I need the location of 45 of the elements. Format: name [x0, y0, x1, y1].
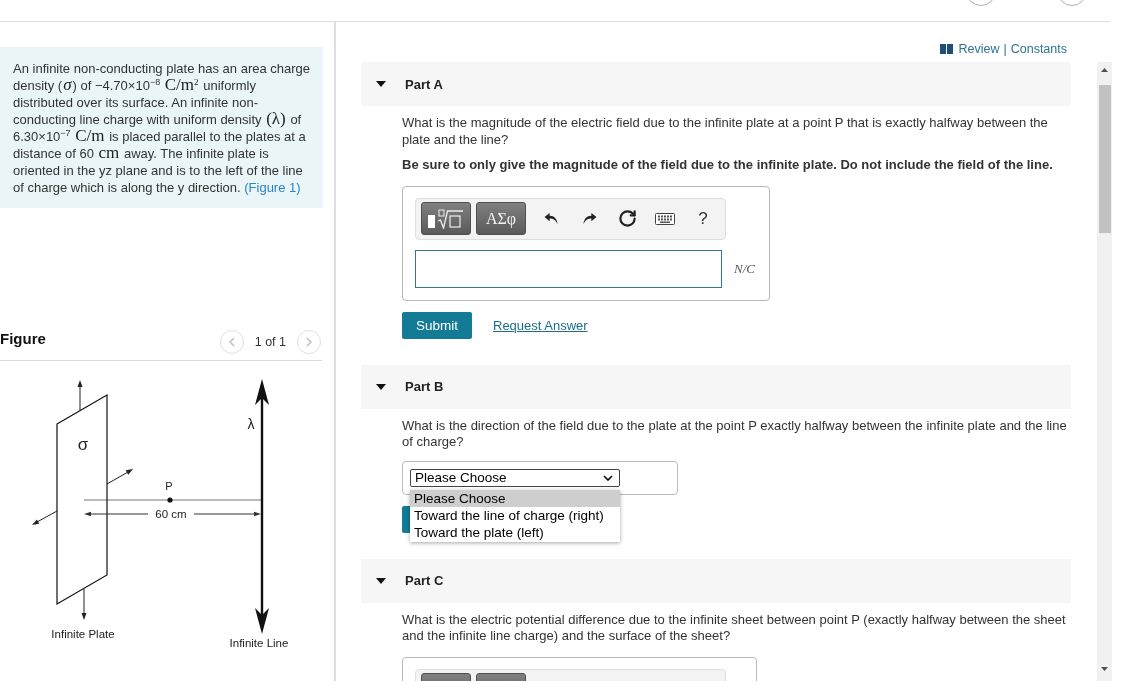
scroll-up-arrow-icon[interactable] — [1101, 68, 1108, 72]
keyboard-icon[interactable] — [655, 212, 675, 225]
part-title: Part B — [405, 379, 444, 394]
figure-link[interactable]: (Figure 1) — [244, 180, 301, 195]
greek-symbols-button[interactable]: ΑΣφ — [476, 202, 526, 235]
chevron-left-icon — [228, 337, 235, 347]
template-button[interactable] — [421, 202, 471, 235]
dropdown-option[interactable]: Please Choose — [410, 489, 620, 507]
part-header[interactable]: Part C — [361, 558, 1071, 603]
redo-icon[interactable] — [581, 212, 597, 225]
square-root-icon — [428, 208, 464, 229]
part-title: Part A — [405, 76, 443, 92]
problem-statement: An infinite non-conducting plate has an area charge density (σ) of −4.70×10$^{−8}$ C/m$^{2}$ uniformly distributed over its surface. An infinite non-conducting line charge with uniform density (λ) of 6.30×10$^{−7}$ C/m is placed parallel to the plates at a distance of 60 cm away. The infinite plate is oriented in the yz plane and is to the left of the line of charge which is along the y direction. (Figure 1) — [13, 60, 311, 196]
line-label: Infinite Line — [229, 637, 289, 649]
review-link[interactable]: Review — [958, 42, 1000, 56]
help-button[interactable]: ? — [690, 205, 716, 232]
request-answer-link[interactable]: Request Answer — [493, 317, 588, 333]
figure-title: Figure — [0, 329, 46, 347]
instruction-text: Be sure to only give the magnitude of the field due to the infinite plate. Do not include the field of the line. — [402, 157, 1054, 174]
point-label: P — [165, 480, 173, 492]
plate-label: Infinite Plate — [51, 628, 115, 640]
chevron-down-icon — [603, 474, 613, 481]
distance-label: 60 cm — [155, 508, 187, 520]
part-header[interactable]: Part A — [361, 62, 1071, 106]
units-label: N/C — [734, 260, 755, 277]
question-text: What is the direction of the field due to the plate at the point P exactly halfway between the infinite plate and the line of charge? — [402, 417, 1068, 451]
question-text: What is the electric potential difference due to the infinite sheet between point P (exactly halfway between the sheet and the infinite line charge) and the surface of the sheet? — [402, 611, 1067, 645]
sigma-label: σ — [77, 435, 89, 454]
scrollbar[interactable] — [1097, 62, 1112, 681]
question-text: What is the magnitude of the electric field due to the infinite plate at a point P that is exactly halfway between the plate and the line? — [402, 115, 1049, 148]
part-title: Part C — [405, 573, 444, 588]
scroll-down-arrow-icon[interactable] — [1101, 667, 1108, 671]
book-icon — [940, 44, 954, 54]
reset-icon[interactable] — [617, 209, 637, 228]
submit-button[interactable]: Submit — [402, 311, 472, 339]
scrollbar-thumb[interactable] — [1098, 85, 1111, 233]
answer-input[interactable] — [415, 249, 722, 288]
dropdown-select[interactable]: Please Choose — [410, 468, 620, 487]
page-counter: 1 of 1 — [254, 335, 286, 349]
chevron-right-icon — [306, 337, 312, 347]
constants-link[interactable]: Constants — [1010, 42, 1067, 56]
lambda-label: λ — [247, 416, 255, 432]
undo-icon[interactable] — [543, 212, 559, 225]
part-header[interactable]: Part B — [361, 364, 1071, 409]
link-separator: | — [1003, 42, 1007, 56]
